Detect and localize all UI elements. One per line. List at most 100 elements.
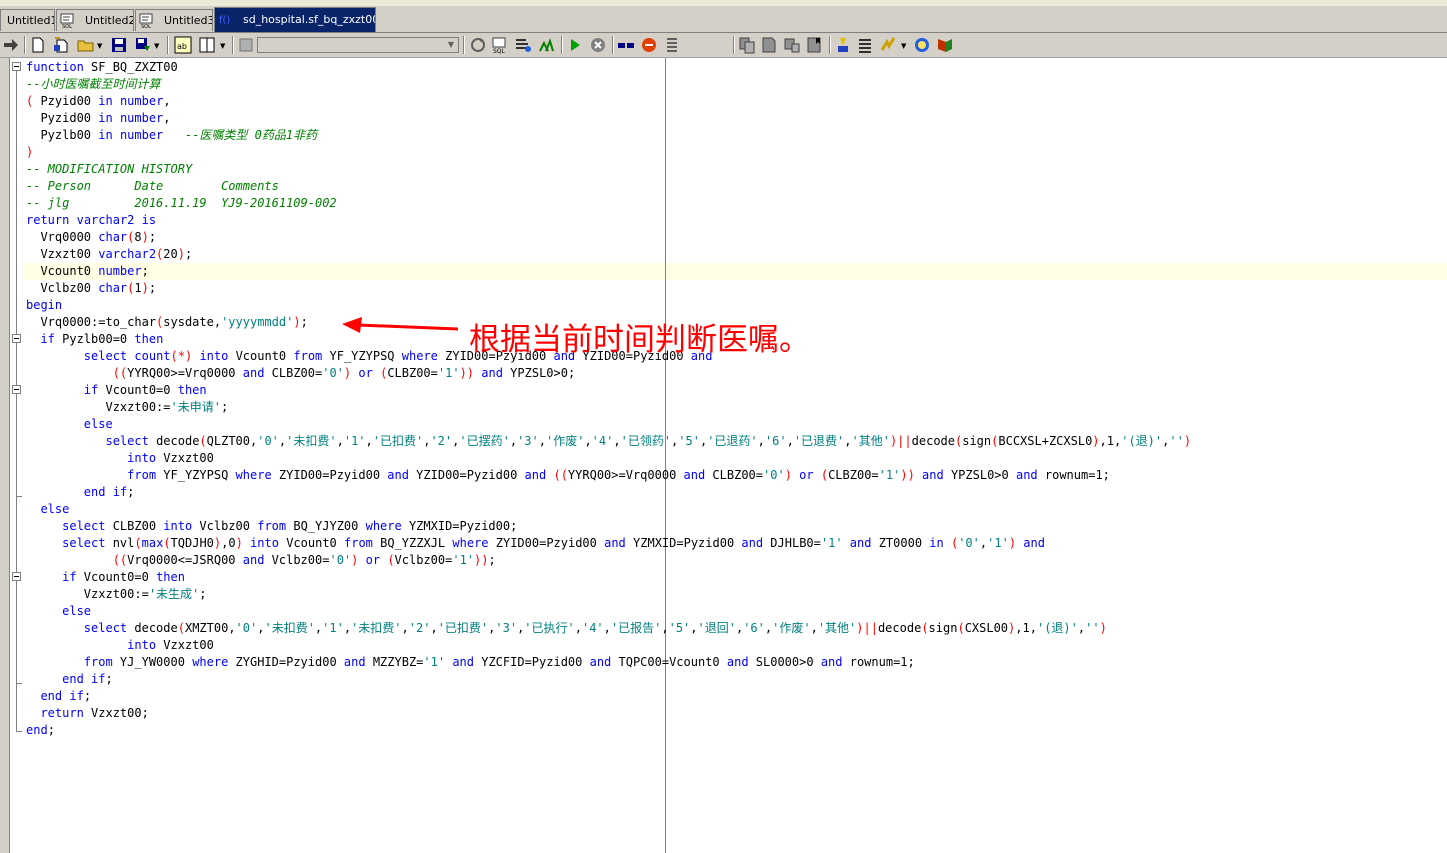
code-token: YPZSL0>0 (943, 468, 1016, 482)
tab-untitled3[interactable]: SQL Untitled3 (135, 9, 213, 31)
tab-untitled1[interactable]: Untitled1 (0, 9, 55, 31)
code-line[interactable]: from YF_YZYPSQ where ZYID00=Pzyid00 and … (26, 467, 1191, 484)
layout-icon[interactable] (198, 36, 216, 54)
run-icon[interactable] (566, 36, 584, 54)
fold-toggle-icon[interactable] (12, 62, 21, 71)
open-icon[interactable] (77, 36, 95, 54)
code-keyword: from (344, 536, 373, 550)
code-line[interactable]: return varchar2 is (26, 212, 1191, 229)
tab-sd-hospital-function[interactable]: f() sd_hospital.sf_bq_zxzt00 (214, 7, 376, 32)
debug-icon[interactable] (640, 36, 658, 54)
code-line[interactable]: ) (26, 144, 1191, 161)
fold-toggle-icon[interactable] (12, 385, 21, 394)
hammer-icon[interactable] (857, 36, 875, 54)
new-icon[interactable] (29, 36, 47, 54)
chevron-down-icon[interactable]: ▼ (445, 39, 457, 51)
code-line[interactable]: ((Vrq0000<=JSRQ00 and Vclbz00='0') or (V… (26, 552, 1191, 569)
code-token: ZT0000 (871, 536, 930, 550)
execute-tree-icon[interactable] (537, 36, 555, 54)
list-icon[interactable] (663, 36, 681, 54)
code-line[interactable]: ( Pzyid00 in number, (26, 93, 1191, 110)
fold-toggle-icon[interactable] (12, 572, 21, 581)
code-keyword: and (589, 655, 612, 669)
code-line[interactable]: return Vzxzt00; (26, 705, 1191, 722)
code-line[interactable]: from YJ_YW0000 where ZYGHID=Pzyid00 and … (26, 654, 1191, 671)
code-line[interactable]: -- jlg 2016.11.19 YJ9-20161109-002 (26, 195, 1191, 212)
refresh-icon[interactable] (469, 36, 487, 54)
code-line[interactable]: into Vzxzt00 (26, 450, 1191, 467)
stop-icon[interactable] (589, 36, 607, 54)
toggle-view-icon[interactable]: ab (174, 36, 192, 54)
lightning-icon[interactable] (880, 36, 898, 54)
code-text[interactable]: function SF_BQ_ZXZT00 --小时医嘱截至时间计算( Pzyid… (26, 59, 1191, 739)
code-line[interactable]: end if; (26, 671, 1191, 688)
code-line[interactable]: select decode(QLZT00,'0','未扣费','1','已扣费'… (26, 433, 1191, 450)
code-token: SF_BQ_ZXZT00 (83, 60, 178, 74)
code-line[interactable]: function SF_BQ_ZXZT00 (26, 59, 1191, 76)
help-icon[interactable] (913, 36, 931, 54)
book-icon[interactable] (936, 36, 954, 54)
forward-arrow-icon[interactable] (2, 36, 20, 54)
code-line[interactable]: begin (26, 297, 1191, 314)
code-line[interactable]: if Vcount0=0 then (26, 569, 1191, 586)
code-keyword: number (119, 94, 164, 108)
paste-icon[interactable] (783, 36, 801, 54)
code-line[interactable]: Pyzlb00 in number --医嘱类型 0药品1非药 (26, 127, 1191, 144)
chevron-down-icon[interactable]: ▼ (97, 42, 102, 50)
code-line[interactable]: else (26, 501, 1191, 518)
code-line[interactable]: if Vcount0=0 then (26, 382, 1191, 399)
code-string: '2' (430, 434, 453, 448)
code-string: '6' (743, 621, 765, 635)
code-line[interactable]: Vzxzt00 varchar2(20); (26, 246, 1191, 263)
sql-icon[interactable]: SQL (491, 36, 509, 54)
fold-toggle-icon[interactable] (12, 334, 21, 343)
object-selector-combo[interactable]: ▼ (257, 37, 459, 53)
code-line[interactable]: select decode(XMZT00,'0','未扣费','1','未扣费'… (26, 620, 1191, 637)
code-line[interactable]: end if; (26, 688, 1191, 705)
chevron-down-icon[interactable]: ▼ (901, 42, 906, 50)
save-as-icon[interactable] (134, 36, 152, 54)
code-line[interactable]: into Vzxzt00 (26, 637, 1191, 654)
beautify-icon[interactable] (834, 36, 852, 54)
new-plus-icon[interactable] (53, 36, 71, 54)
break-icon[interactable] (617, 36, 635, 54)
code-line[interactable]: Vzxzt00:='未生成'; (26, 586, 1191, 603)
code-line[interactable]: else (26, 603, 1191, 620)
chevron-down-icon[interactable]: ▼ (220, 42, 225, 50)
code-keyword: and (849, 536, 872, 550)
code-line[interactable]: else (26, 416, 1191, 433)
code-line[interactable]: Vzxzt00:='未申请'; (26, 399, 1191, 416)
code-editor[interactable]: function SF_BQ_ZXZT00 --小时医嘱截至时间计算( Pzyid… (0, 58, 1447, 853)
code-token: ; (199, 587, 207, 601)
code-token: Vclbz00= (264, 553, 330, 567)
code-line[interactable]: -- Person Date Comments (26, 178, 1191, 195)
code-string: '已退药' (707, 434, 758, 448)
code-line[interactable]: select nvl(max(TQDJH0),0) into Vcount0 f… (26, 535, 1191, 552)
code-line[interactable]: end; (26, 722, 1191, 739)
fold-gutter (10, 58, 24, 853)
fold-end (16, 496, 22, 497)
bookmark-icon[interactable] (806, 36, 824, 54)
code-token: rownum=1; (842, 655, 915, 669)
code-operator: ) (177, 247, 185, 261)
code-line[interactable]: Vcount0 number; (26, 263, 1191, 280)
code-line[interactable]: select CLBZ00 into Vclbz00 from BQ_YJYZ0… (26, 518, 1191, 535)
code-line[interactable]: --小时医嘱截至时间计算 (26, 76, 1191, 93)
code-string: '其他' (817, 621, 857, 635)
code-line[interactable]: Vclbz00 char(1); (26, 280, 1191, 297)
code-token: , (401, 621, 409, 635)
chevron-down-icon[interactable]: ▼ (154, 42, 159, 50)
tab-untitled2[interactable]: SQL Untitled2 (56, 9, 134, 31)
code-string: '1' (878, 468, 901, 482)
code-line[interactable]: ((YYRQ00>=Vrq0000 and CLBZ00='0') or (CL… (26, 365, 1191, 382)
page-icon[interactable] (760, 36, 778, 54)
save-icon[interactable] (110, 36, 128, 54)
compile-icon[interactable] (514, 36, 532, 54)
code-operator: )) (459, 366, 475, 380)
copy-icon[interactable] (738, 36, 756, 54)
code-line[interactable]: Vrq0000 char(8); (26, 229, 1191, 246)
code-line[interactable]: end if; (26, 484, 1191, 501)
code-line[interactable]: -- MODIFICATION HISTORY (26, 161, 1191, 178)
code-line[interactable]: Pyzid00 in number, (26, 110, 1191, 127)
